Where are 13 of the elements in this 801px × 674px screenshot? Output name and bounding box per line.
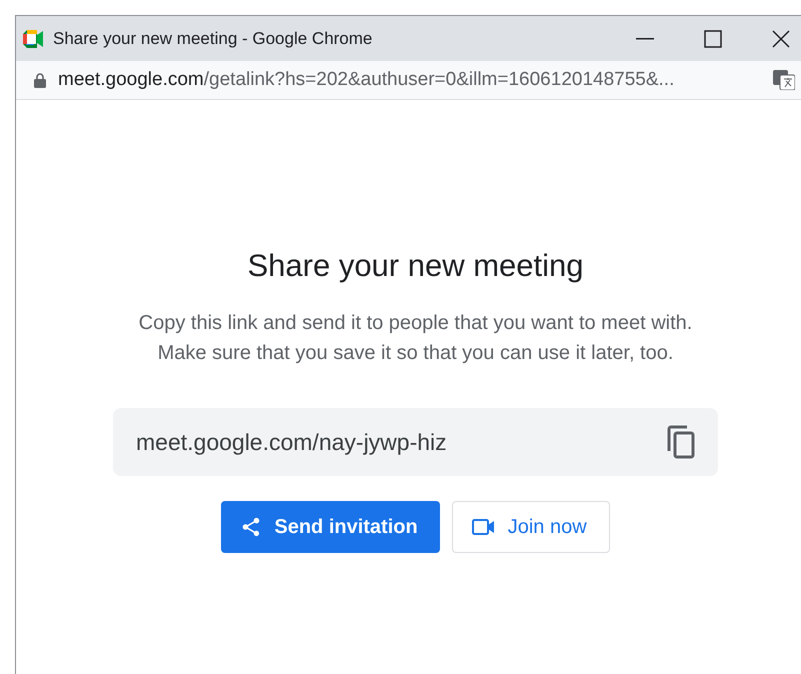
join-now-button[interactable]: Join now bbox=[452, 501, 610, 553]
translate-icon[interactable] bbox=[773, 70, 795, 90]
description-text: Copy this link and send it to people that you want to meet with. Make sure that you save it so that you can use it later, too. bbox=[138, 311, 692, 366]
maximize-icon bbox=[704, 30, 722, 48]
copy-icon[interactable] bbox=[666, 425, 696, 459]
video-camera-icon bbox=[472, 518, 496, 536]
minimize-icon bbox=[636, 38, 654, 40]
send-invitation-button[interactable]: Send invitation bbox=[221, 501, 440, 553]
meet-logo-icon bbox=[23, 30, 45, 48]
lock-icon bbox=[34, 72, 46, 88]
window-title: Share your new meeting - Google Chrome bbox=[53, 28, 374, 48]
close-icon bbox=[772, 30, 790, 48]
dialog-heading: Share your new meeting bbox=[247, 248, 584, 284]
